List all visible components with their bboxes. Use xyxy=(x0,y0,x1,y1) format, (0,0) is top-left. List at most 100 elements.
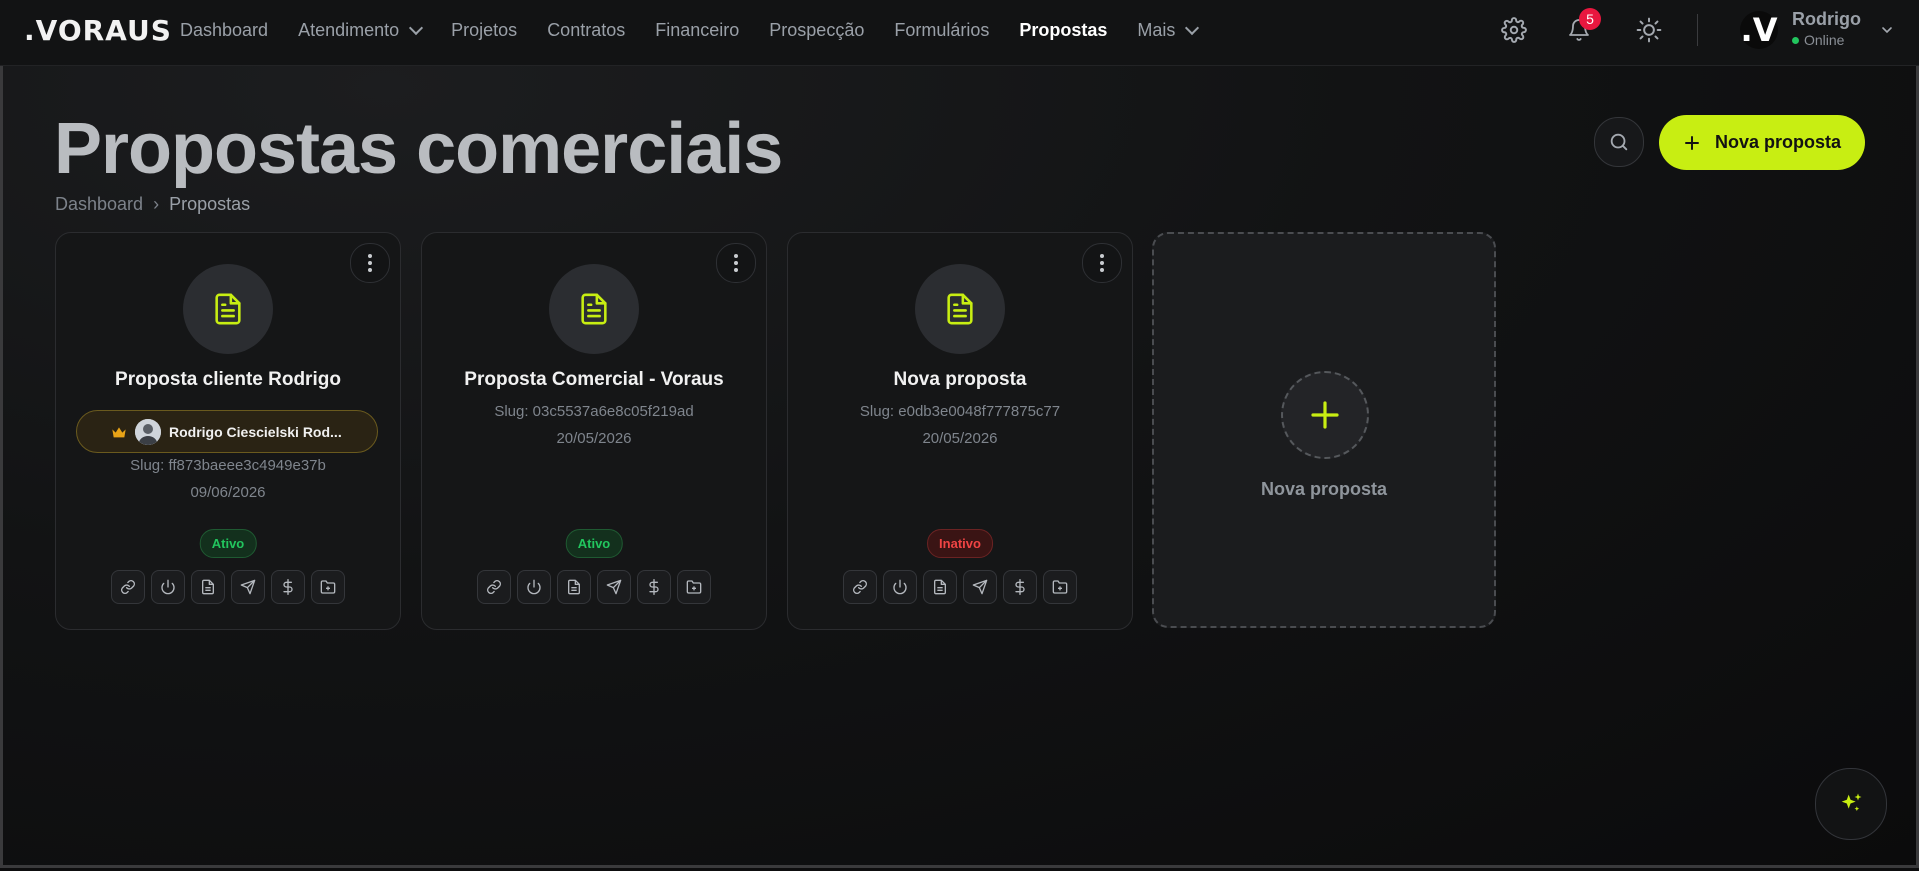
pricing-button[interactable] xyxy=(1003,570,1037,604)
nav-label: Financeiro xyxy=(655,19,740,40)
nav-item-prospeccao[interactable]: Prospecção xyxy=(769,20,864,41)
proposal-card[interactable]: Proposta Comercial - Voraus Slug: 03c553… xyxy=(421,232,767,630)
nav-item-contratos[interactable]: Contratos xyxy=(547,20,625,41)
link-icon xyxy=(853,580,867,594)
nav-label: Prospecção xyxy=(769,19,865,40)
card-actions xyxy=(56,570,400,604)
nav-item-propostas[interactable]: Propostas xyxy=(1019,20,1107,41)
theme-toggle-button[interactable] xyxy=(1633,14,1665,46)
status-badge: Ativo xyxy=(199,529,257,558)
dollar-icon xyxy=(649,579,659,595)
chevron-down-icon xyxy=(1882,27,1892,34)
link-icon xyxy=(487,580,501,594)
toggle-status-button[interactable] xyxy=(883,570,917,604)
copy-link-button[interactable] xyxy=(111,570,145,604)
more-vertical-icon xyxy=(1100,254,1104,272)
attach-folder-button[interactable] xyxy=(677,570,711,604)
crown-icon xyxy=(112,426,126,437)
user-status-label: Online xyxy=(1804,32,1845,48)
breadcrumb-propostas: Propostas xyxy=(169,194,251,214)
ai-assistant-button[interactable] xyxy=(1815,768,1887,840)
proposal-card[interactable]: Nova proposta Slug: e0db3e0048f777875c77… xyxy=(787,232,1133,630)
breadcrumb-dashboard[interactable]: Dashboard xyxy=(55,194,143,215)
add-proposal-card[interactable]: Nova proposta xyxy=(1152,232,1496,628)
card-title: Proposta Comercial - Voraus xyxy=(464,369,724,390)
view-document-button[interactable] xyxy=(923,570,957,604)
view-document-button[interactable] xyxy=(557,570,591,604)
view-document-button[interactable] xyxy=(191,570,225,604)
copy-link-button[interactable] xyxy=(477,570,511,604)
nav-label: Mais xyxy=(1137,19,1176,40)
nav-item-dashboard[interactable]: Dashboard xyxy=(180,20,268,41)
nav-label: Propostas xyxy=(1019,19,1108,40)
proposal-icon-circle xyxy=(915,264,1005,354)
card-title: Nova proposta xyxy=(893,369,1027,390)
pricing-button[interactable] xyxy=(271,570,305,604)
nav-item-financeiro[interactable]: Financeiro xyxy=(655,20,739,41)
page-title: Propostas comerciais xyxy=(54,109,783,189)
folder-icon xyxy=(686,580,702,594)
power-icon xyxy=(527,579,541,595)
nav-item-atendimento[interactable]: Atendimento xyxy=(298,19,424,41)
send-icon xyxy=(972,579,988,595)
card-slug: Slug: e0db3e0048f777875c77 xyxy=(859,403,1061,420)
send-button[interactable] xyxy=(963,570,997,604)
power-icon xyxy=(893,579,907,595)
notifications-button[interactable]: 5 xyxy=(1563,8,1601,46)
user-photo-icon xyxy=(135,418,161,445)
plus-icon xyxy=(1311,401,1339,429)
top-navbar: .VORAUS Dashboard Atendimento Projetos C… xyxy=(0,0,1919,66)
nav-item-mais[interactable]: Mais xyxy=(1137,19,1200,41)
nav-item-formularios[interactable]: Formulários xyxy=(894,20,989,41)
dollar-icon xyxy=(283,579,293,595)
voraus-logo[interactable]: .VORAUS xyxy=(24,14,172,47)
proposal-card[interactable]: Proposta cliente Rodrigo Rodrigo Ciescie… xyxy=(55,232,401,630)
search-icon xyxy=(1610,133,1628,151)
toggle-status-button[interactable] xyxy=(151,570,185,604)
send-icon xyxy=(606,579,622,595)
document-icon xyxy=(947,293,973,325)
new-proposal-button[interactable]: Nova proposta xyxy=(1659,115,1865,170)
breadcrumb-separator: › xyxy=(153,194,160,214)
card-actions xyxy=(422,570,766,604)
add-circle xyxy=(1281,371,1369,459)
copy-link-button[interactable] xyxy=(843,570,877,604)
gear-icon xyxy=(1501,17,1527,43)
document-icon xyxy=(581,293,607,325)
more-vertical-icon xyxy=(368,254,372,272)
user-avatar[interactable]: .V xyxy=(1740,11,1778,49)
card-date: 20/05/2026 xyxy=(556,430,632,447)
nav-label: Projetos xyxy=(451,19,518,40)
folder-icon xyxy=(1052,580,1068,594)
new-proposal-label: Nova proposta xyxy=(1714,132,1842,152)
proposal-icon-circle xyxy=(549,264,639,354)
nav-label: Formulários xyxy=(894,19,990,40)
power-icon xyxy=(161,579,175,595)
search-button[interactable] xyxy=(1594,117,1644,167)
plus-icon xyxy=(1685,135,1699,150)
settings-button[interactable] xyxy=(1498,14,1530,46)
attach-folder-button[interactable] xyxy=(311,570,345,604)
nav-label: Atendimento xyxy=(298,19,400,40)
send-button[interactable] xyxy=(231,570,265,604)
user-menu-toggle[interactable] xyxy=(1879,22,1895,43)
sun-icon xyxy=(1636,17,1662,43)
send-button[interactable] xyxy=(597,570,631,604)
file-icon xyxy=(202,579,214,595)
toggle-status-button[interactable] xyxy=(517,570,551,604)
notification-count-badge: 5 xyxy=(1579,8,1601,30)
card-date: 09/06/2026 xyxy=(190,484,266,501)
attach-folder-button[interactable] xyxy=(1043,570,1077,604)
nav-label: Contratos xyxy=(547,19,626,40)
user-name[interactable]: Rodrigo xyxy=(1792,9,1861,30)
card-menu-button[interactable] xyxy=(1082,243,1122,283)
owner-chip[interactable]: Rodrigo Ciescielski Rod... xyxy=(76,410,378,453)
breadcrumb: Dashboard › Propostas xyxy=(55,194,250,215)
sparkles-icon xyxy=(1841,793,1862,811)
card-menu-button[interactable] xyxy=(716,243,756,283)
link-icon xyxy=(121,580,135,594)
file-icon xyxy=(934,579,946,595)
card-menu-button[interactable] xyxy=(350,243,390,283)
nav-item-projetos[interactable]: Projetos xyxy=(451,20,517,41)
pricing-button[interactable] xyxy=(637,570,671,604)
